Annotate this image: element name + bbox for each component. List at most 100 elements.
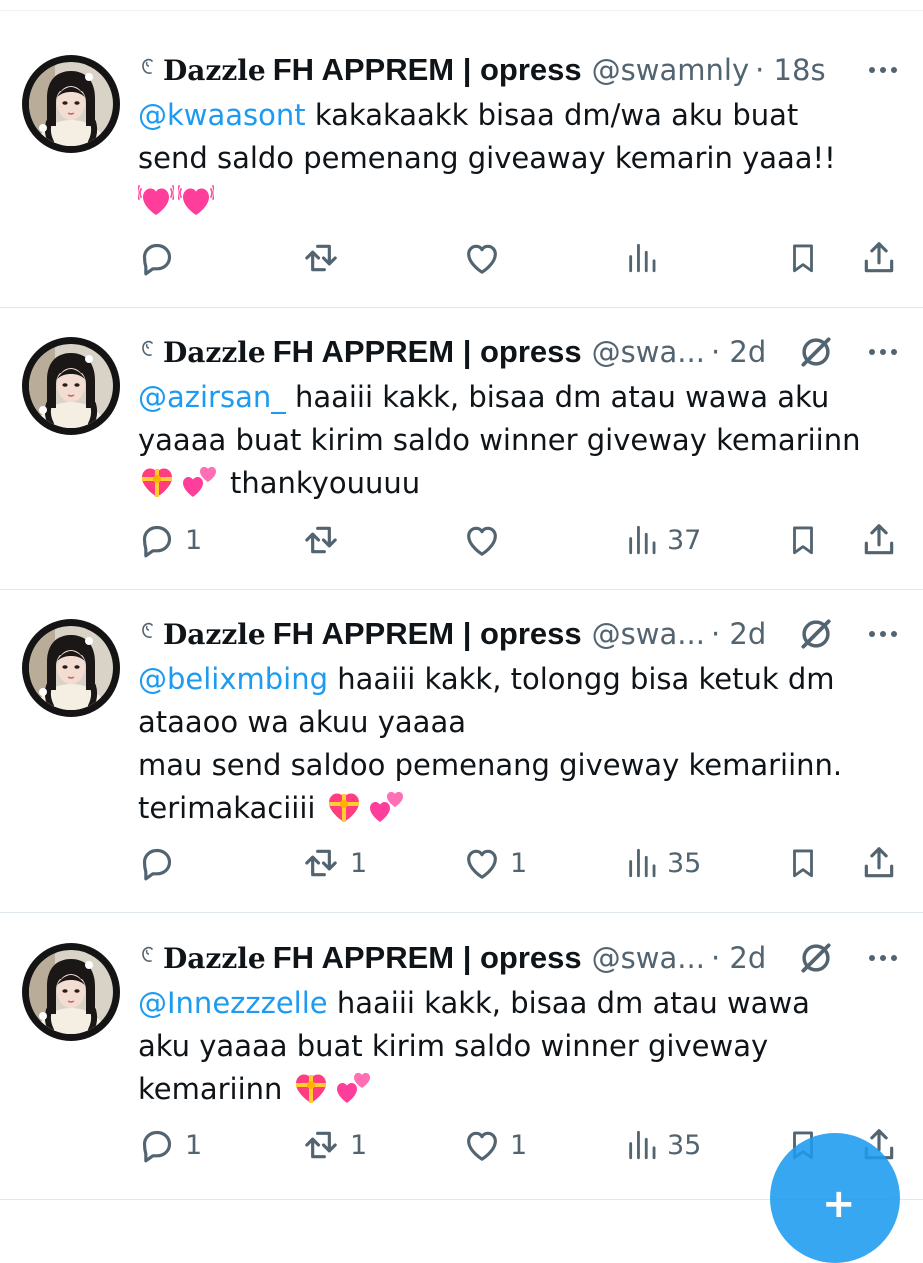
avatar[interactable] bbox=[22, 55, 120, 153]
emoji-group bbox=[138, 466, 222, 500]
views-button[interactable] bbox=[625, 238, 667, 278]
tweet-text: @azirsan_ haaiii kakk, bisaa dm atau waw… bbox=[138, 376, 903, 511]
like-icon bbox=[462, 843, 502, 883]
share-button[interactable] bbox=[860, 238, 898, 278]
plus-icon: + bbox=[822, 1181, 856, 1227]
avatar[interactable] bbox=[22, 943, 120, 1041]
action-bar bbox=[0, 238, 923, 278]
views-count: 35 bbox=[667, 847, 702, 879]
growing-heart-emoji bbox=[136, 183, 176, 229]
mention-link[interactable]: @kwaasont bbox=[138, 98, 306, 132]
reply-icon bbox=[137, 238, 177, 278]
emoji-group bbox=[136, 184, 218, 218]
bookmark-button[interactable] bbox=[786, 843, 820, 883]
reply-icon bbox=[137, 843, 177, 883]
author-name[interactable]: FH APPREM | opress bbox=[273, 616, 582, 652]
like-icon bbox=[462, 1125, 502, 1165]
mention-link[interactable]: @belixmbing bbox=[138, 662, 328, 696]
tweet-text-tail: thankyouuuu bbox=[230, 466, 421, 500]
heart-ribbon-emoji bbox=[292, 1071, 330, 1117]
compose-button[interactable]: + bbox=[770, 1133, 900, 1263]
like-button[interactable] bbox=[462, 238, 510, 278]
mention-link[interactable]: @azirsan_ bbox=[138, 380, 286, 414]
views-icon bbox=[625, 522, 659, 558]
tweet-text: @kwaasont kakakaakk bisaa dm/wa aku buat… bbox=[136, 94, 903, 229]
like-button[interactable] bbox=[462, 520, 510, 560]
top-divider bbox=[0, 10, 923, 11]
tweet-header: Dazzle FH APPREM | opress @swa... · 2d bbox=[138, 938, 903, 978]
author-handle[interactable]: @swa... bbox=[592, 941, 705, 975]
author-handle[interactable]: @swa... bbox=[592, 335, 705, 369]
tweet-divider bbox=[0, 589, 923, 590]
reply-button[interactable]: 1 bbox=[137, 1125, 202, 1165]
retweet-button[interactable]: 1 bbox=[300, 843, 367, 883]
like-button[interactable]: 1 bbox=[462, 843, 527, 883]
grok-icon[interactable] bbox=[797, 939, 835, 977]
reply-button[interactable]: 1 bbox=[137, 520, 202, 560]
share-icon bbox=[860, 239, 898, 277]
tweet[interactable]: Dazzle FH APPREM | opress @swa... · 2d @azir… bbox=[0, 332, 923, 590]
reply-button[interactable] bbox=[137, 843, 185, 883]
like-button[interactable]: 1 bbox=[462, 1125, 527, 1165]
retweet-count: 1 bbox=[350, 847, 368, 879]
author-name[interactable]: FH APPREM | opress bbox=[273, 940, 582, 976]
reply-count: 1 bbox=[185, 524, 203, 556]
like-icon bbox=[462, 520, 502, 560]
bookmark-button[interactable] bbox=[786, 520, 820, 560]
more-icon[interactable] bbox=[869, 67, 897, 73]
emoji-group bbox=[292, 1072, 376, 1106]
retweet-icon bbox=[300, 520, 342, 560]
share-button[interactable] bbox=[860, 520, 898, 560]
action-bar: 1 37 bbox=[0, 520, 923, 560]
tweet-header: Dazzle FH APPREM | opress @swa... · 2d bbox=[138, 614, 903, 654]
bookmark-icon bbox=[786, 843, 820, 883]
views-button[interactable]: 35 bbox=[625, 843, 701, 883]
like-icon bbox=[462, 238, 502, 278]
tweet-header: Dazzle FH APPREM | opress @swa... · 2d bbox=[138, 332, 903, 372]
mention-link[interactable]: @Innezzzelle bbox=[138, 986, 328, 1020]
avatar[interactable] bbox=[22, 619, 120, 717]
tweet[interactable]: Dazzle FH APPREM | opress @swa... · 2d @beli… bbox=[0, 614, 923, 913]
grok-icon[interactable] bbox=[797, 615, 835, 653]
tweet[interactable]: Dazzle FH APPREM | opress @swamnly · 18s @kw… bbox=[0, 50, 923, 308]
avatar[interactable] bbox=[22, 337, 120, 435]
more-icon[interactable] bbox=[869, 631, 897, 637]
timestamp[interactable]: · 2d bbox=[711, 335, 766, 369]
reply-button[interactable] bbox=[137, 238, 185, 278]
author-name-script[interactable]: Dazzle bbox=[163, 54, 266, 87]
author-name-script[interactable]: Dazzle bbox=[163, 336, 266, 369]
retweet-count: 1 bbox=[350, 1129, 368, 1161]
retweet-button[interactable] bbox=[300, 238, 350, 278]
share-button[interactable] bbox=[860, 843, 898, 883]
retweet-button[interactable]: 1 bbox=[300, 1125, 367, 1165]
reply-icon bbox=[137, 1125, 177, 1165]
author-name[interactable]: FH APPREM | opress bbox=[273, 334, 582, 370]
tweet-text: @belixmbing haaiii kakk, tolongg bisa ke… bbox=[138, 658, 903, 836]
views-button[interactable]: 35 bbox=[625, 1125, 701, 1165]
tweet-text: @Innezzzelle haaiii kakk, bisaa dm atau … bbox=[138, 982, 903, 1117]
two-hearts-emoji bbox=[334, 1071, 372, 1117]
timestamp[interactable]: · 18s bbox=[755, 53, 825, 87]
bookmark-button[interactable] bbox=[786, 238, 820, 278]
author-name-script[interactable]: Dazzle bbox=[163, 942, 266, 975]
more-icon[interactable] bbox=[869, 955, 897, 961]
retweet-button[interactable] bbox=[300, 520, 350, 560]
views-count: 37 bbox=[667, 524, 702, 556]
timestamp[interactable]: · 2d bbox=[711, 941, 766, 975]
author-handle[interactable]: @swa... bbox=[592, 617, 705, 651]
tweet-divider bbox=[0, 912, 923, 913]
views-button[interactable]: 37 bbox=[625, 520, 701, 560]
verified-grey-icon bbox=[138, 57, 158, 84]
views-icon bbox=[625, 1127, 659, 1163]
more-icon[interactable] bbox=[869, 349, 897, 355]
timestamp[interactable]: · 2d bbox=[711, 617, 766, 651]
grok-icon[interactable] bbox=[797, 333, 835, 371]
emoji-group bbox=[325, 791, 409, 825]
reply-count: 1 bbox=[185, 1129, 203, 1161]
author-name[interactable]: FH APPREM | opress bbox=[273, 52, 582, 88]
author-handle[interactable]: @swamnly bbox=[592, 53, 749, 87]
retweet-icon bbox=[300, 238, 342, 278]
views-count: 35 bbox=[667, 1129, 702, 1161]
tweet-divider bbox=[0, 307, 923, 308]
author-name-script[interactable]: Dazzle bbox=[163, 618, 266, 651]
